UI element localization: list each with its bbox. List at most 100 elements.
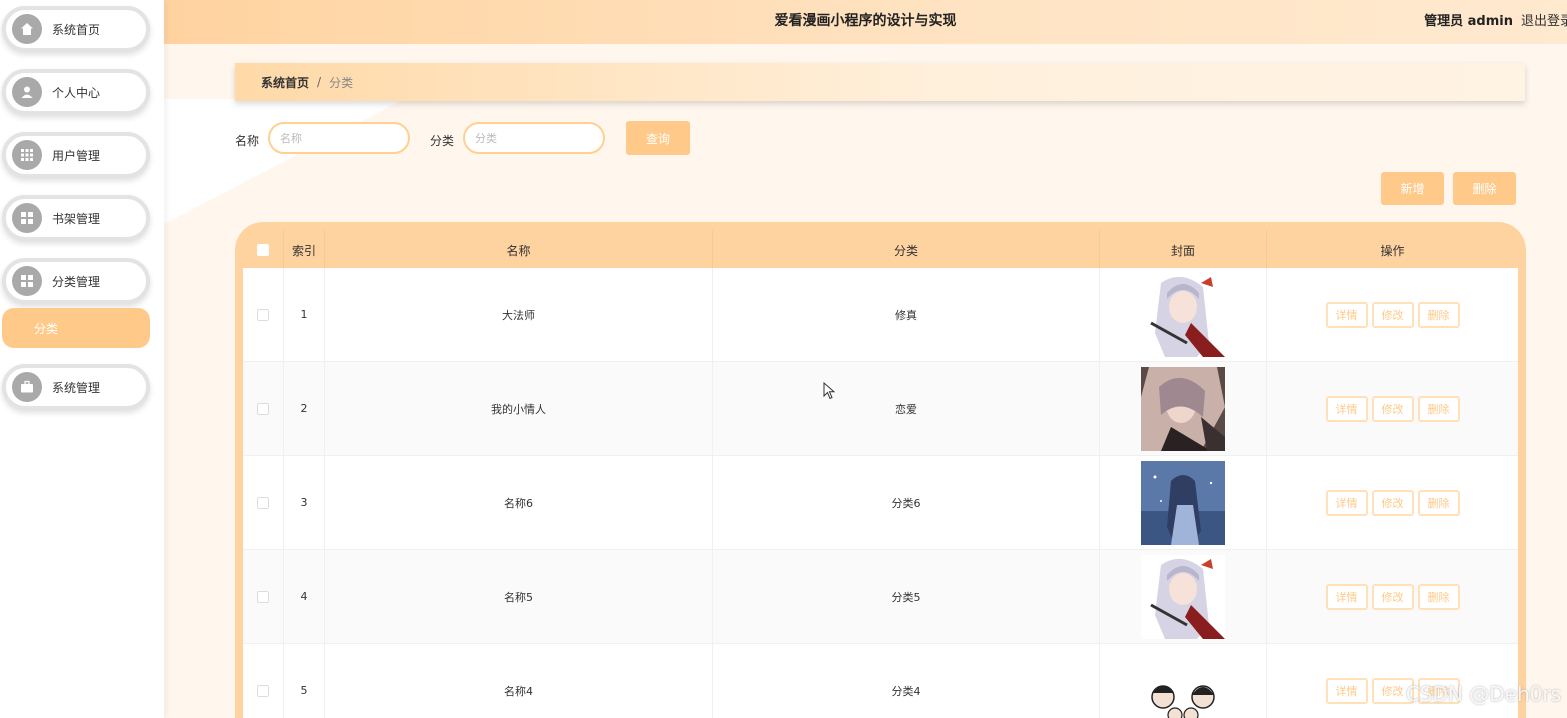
breadcrumb-separator: /: [317, 75, 322, 89]
table-header: 索引 名称 分类 封面 操作: [243, 230, 1518, 270]
table-row: 5 名称4 分类4 详情 修改 删除: [243, 644, 1518, 718]
index-cell: 5: [284, 644, 325, 718]
table-row: 1 大法师 修真 详情 修改 删除: [243, 268, 1518, 362]
cover-image: [1141, 648, 1225, 718]
sidebar-item-personal-center[interactable]: 个人中心: [2, 69, 150, 115]
watermark: CSDN @Deh0rs: [1405, 682, 1561, 706]
category-cell: 修真: [713, 268, 1100, 361]
background-decoration: [164, 99, 404, 224]
row-checkbox[interactable]: [257, 684, 269, 697]
table-row: 3 名称6 分类6 详情 修改 删除: [243, 456, 1518, 550]
row-checkbox[interactable]: [257, 308, 269, 321]
table-body: 1 大法师 修真 详情 修改 删除 2 我的小情人 恋爱 详情 修改 删除 3 …: [243, 268, 1518, 718]
sidebar-subitem-category[interactable]: 分类: [2, 308, 150, 348]
data-table: 索引 名称 分类 封面 操作 1 大法师 修真 详情 修改 删除 2 我的小情人…: [235, 222, 1526, 718]
briefcase-icon: [12, 372, 42, 402]
index-cell: 2: [284, 362, 325, 455]
name-cell: 名称5: [325, 550, 713, 643]
category-cell: 分类4: [713, 644, 1100, 718]
sidebar-item-home[interactable]: 系统首页: [2, 6, 150, 52]
top-header: 爱看漫画小程序的设计与实现 管理员 admin 退出登录: [164, 0, 1567, 44]
ops-cell: 详情 修改 删除: [1267, 644, 1518, 718]
app-title: 爱看漫画小程序的设计与实现: [774, 13, 957, 29]
user-icon: [12, 77, 42, 107]
select-all-checkbox[interactable]: [257, 244, 269, 256]
delete-button[interactable]: 删除: [1417, 395, 1460, 422]
apps-icon: [12, 266, 42, 296]
ops-cell: 详情 修改 删除: [1267, 456, 1518, 549]
sidebar-item-system-management[interactable]: 系统管理: [2, 364, 150, 410]
name-search-input[interactable]: 名称: [268, 122, 410, 154]
row-select-cell: [243, 456, 284, 549]
add-button[interactable]: 新增: [1381, 172, 1444, 205]
index-cell: 4: [284, 550, 325, 643]
delete-button[interactable]: 删除: [1417, 301, 1460, 328]
breadcrumb-current: 分类: [329, 75, 354, 90]
sidebar: 系统首页 个人中心 用户管理 书架管理 分类管理 分类 系统管理: [0, 0, 164, 718]
edit-button[interactable]: 修改: [1371, 583, 1414, 610]
name-cell: 我的小情人: [325, 362, 713, 455]
delete-button[interactable]: 删除: [1417, 583, 1460, 610]
query-button[interactable]: 查询: [626, 121, 690, 155]
name-cell: 名称6: [325, 456, 713, 549]
mouse-cursor-icon: [823, 382, 835, 400]
sidebar-item-label: 个人中心: [52, 85, 101, 100]
cover-cell: [1100, 456, 1267, 549]
sidebar-item-bookshelf-management[interactable]: 书架管理: [2, 195, 150, 241]
row-checkbox[interactable]: [257, 590, 269, 603]
column-header-index: 索引: [284, 230, 325, 270]
detail-button[interactable]: 详情: [1325, 583, 1368, 610]
sidebar-item-label: 分类管理: [52, 274, 101, 289]
ops-cell: 详情 修改 删除: [1267, 268, 1518, 361]
delete-button[interactable]: 删除: [1417, 489, 1460, 516]
row-select-cell: [243, 268, 284, 361]
category-search-input[interactable]: 分类: [463, 122, 605, 154]
row-checkbox[interactable]: [257, 402, 269, 415]
row-select-cell: [243, 362, 284, 455]
detail-button[interactable]: 详情: [1325, 395, 1368, 422]
cover-image: [1141, 366, 1225, 451]
column-header-category: 分类: [713, 230, 1100, 270]
detail-button[interactable]: 详情: [1325, 489, 1368, 516]
sidebar-item-label: 用户管理: [52, 148, 101, 163]
index-cell: 3: [284, 456, 325, 549]
cover-image: [1141, 554, 1225, 639]
sidebar-item-user-management[interactable]: 用户管理: [2, 132, 150, 178]
sidebar-item-label: 书架管理: [52, 211, 101, 226]
batch-delete-button[interactable]: 删除: [1453, 172, 1516, 205]
sidebar-item-category-management[interactable]: 分类管理: [2, 258, 150, 304]
grid-icon: [12, 140, 42, 170]
breadcrumb-home[interactable]: 系统首页: [261, 74, 309, 91]
cover-cell: [1100, 644, 1267, 718]
name-cell: 名称4: [325, 644, 713, 718]
cover-image: [1141, 272, 1225, 357]
column-header-name: 名称: [325, 230, 713, 270]
ops-cell: 详情 修改 删除: [1267, 362, 1518, 455]
cover-cell: [1100, 362, 1267, 455]
table-row: 4 名称5 分类5 详情 修改 删除: [243, 550, 1518, 644]
row-checkbox[interactable]: [257, 496, 269, 509]
sidebar-item-label: 系统首页: [52, 22, 101, 37]
category-cell: 恋爱: [713, 362, 1100, 455]
edit-button[interactable]: 修改: [1371, 489, 1414, 516]
category-cell: 分类6: [713, 456, 1100, 549]
cover-cell: [1100, 268, 1267, 361]
detail-button[interactable]: 详情: [1325, 301, 1368, 328]
current-user: 管理员 admin: [1424, 14, 1513, 29]
cover-cell: [1100, 550, 1267, 643]
column-header-ops: 操作: [1380, 243, 1405, 258]
table-row: 2 我的小情人 恋爱 详情 修改 删除: [243, 362, 1518, 456]
index-cell: 1: [284, 268, 325, 361]
edit-button[interactable]: 修改: [1371, 395, 1414, 422]
apps-icon: [12, 203, 42, 233]
sidebar-item-label: 系统管理: [52, 380, 101, 395]
select-all-cell: [243, 230, 284, 270]
name-search-label: 名称: [235, 134, 260, 148]
ops-cell: 详情 修改 删除: [1267, 550, 1518, 643]
home-icon: [12, 14, 42, 44]
breadcrumb: 系统首页 / 分类: [235, 63, 1525, 101]
detail-button[interactable]: 详情: [1325, 677, 1368, 704]
logout-link[interactable]: 退出登录: [1521, 10, 1567, 29]
edit-button[interactable]: 修改: [1371, 301, 1414, 328]
category-cell: 分类5: [713, 550, 1100, 643]
